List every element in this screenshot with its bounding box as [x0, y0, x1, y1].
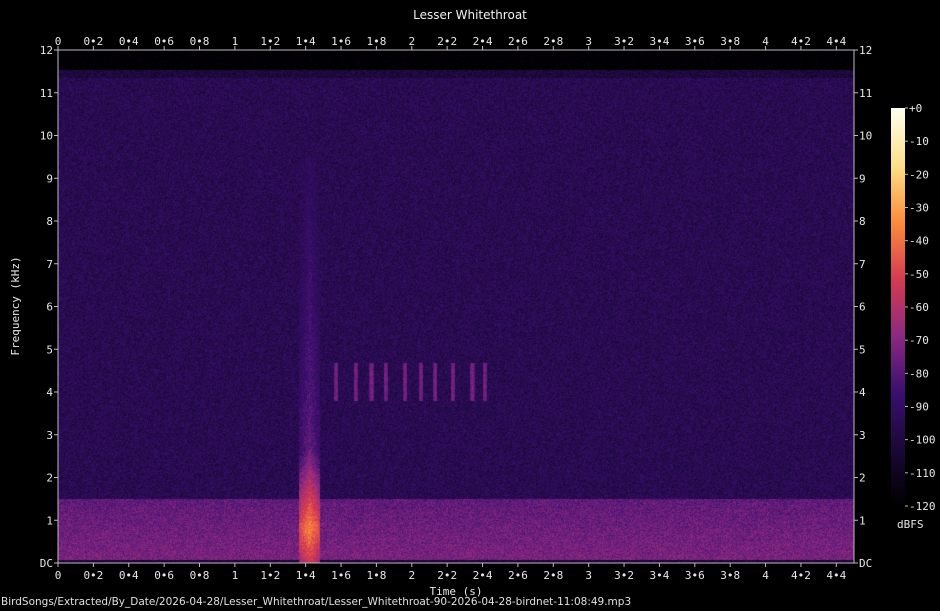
footer-file-path: BirdSongs/Extracted/By_Date/2026-04-28/L…	[1, 596, 632, 608]
x-tick-label-top: 0•8	[190, 35, 210, 48]
x-tick-label-bottom: 0•4	[119, 569, 139, 582]
colorbar-label: dBFS	[897, 518, 924, 531]
x-tick-label-bottom: 4	[762, 569, 769, 582]
x-tick-label-bottom: 2•2	[437, 569, 457, 582]
y-tick-label-left: 3	[46, 429, 53, 442]
y-tick-label-left: 10	[40, 130, 53, 143]
x-tick-label-top: 2•8	[543, 35, 563, 48]
y-tick-label-right: 1	[859, 514, 866, 527]
y-tick-label-left: 8	[46, 215, 53, 228]
x-tick-label-bottom: 3•2	[614, 569, 634, 582]
y-tick-label-right: 10	[859, 130, 872, 143]
colorbar-tick-label: -60	[909, 301, 929, 314]
colorbar: +0 -10 -20 -30 -40 -50 -60 -70 -80 -90 -100 -110 -12…	[891, 102, 936, 531]
x-tick-label-top: 4•4	[826, 35, 846, 48]
x-tick-label-top: 1•4	[296, 35, 316, 48]
y-tick-label-right: 6	[859, 301, 866, 314]
y-tick-label-left: 4	[46, 386, 53, 399]
x-tick-label-top: 2•6	[508, 35, 528, 48]
y-tick-label-right: 12	[859, 44, 872, 57]
y-tick-label-left: 12	[40, 44, 53, 57]
y-ticks-right: DC123456789101112	[854, 44, 872, 570]
y-tick-label-left: 5	[46, 343, 53, 356]
x-ticks-bottom: 0 0•2 0•4 0•6 0•8 1 1•2 1•4 1•6 1•8 2 2•2 2•4 2•6 2•8 3…	[55, 563, 847, 582]
x-tick-label-top: 0•6	[154, 35, 174, 48]
x-tick-label-bottom: 1•8	[366, 569, 386, 582]
colorbar-tick-label: +0	[909, 102, 922, 115]
y-tick-label-right: 2	[859, 472, 866, 485]
x-tick-label-bottom: 3•6	[685, 569, 705, 582]
colorbar-tick-label: -30	[909, 202, 929, 215]
colorbar-ticks: +0 -10 -20 -30 -40 -50 -60 -70 -80 -90 -100 -110 -12…	[905, 102, 936, 513]
colorbar-tick-label: -50	[909, 268, 929, 281]
colorbar-tick-label: -10	[909, 135, 929, 148]
colorbar-tick-label: -80	[909, 367, 929, 380]
y-tick-label-left: 1	[46, 514, 53, 527]
x-tick-label-top: 3	[585, 35, 592, 48]
y-tick-label-right: 11	[859, 87, 872, 100]
x-tick-label-bottom: 0•8	[190, 569, 210, 582]
x-tick-label-bottom: 2•8	[543, 569, 563, 582]
colorbar-tick-label: -40	[909, 235, 929, 248]
x-tick-label-top: 4	[762, 35, 769, 48]
x-tick-label-top: 0•4	[119, 35, 139, 48]
colorbar-tick-label: -120	[909, 500, 936, 513]
x-ticks-top: 0 0•2 0•4 0•6 0•8 1 1•2 1•4 1•6 1•8 2 2•2 2•4 2•6 2•8 3…	[55, 35, 847, 50]
x-tick-label-top: 1•8	[366, 35, 386, 48]
colorbar-tick-label: -100	[909, 434, 936, 447]
x-tick-label-top: 2•4	[473, 35, 493, 48]
x-tick-label-bottom: 2•6	[508, 569, 528, 582]
x-tick-label-top: 2•2	[437, 35, 457, 48]
x-tick-label-top: 0•2	[83, 35, 103, 48]
y-tick-label-right: 3	[859, 429, 866, 442]
x-tick-label-bottom: 1	[232, 569, 239, 582]
x-tick-label-bottom: 3	[585, 569, 592, 582]
y-tick-label-left: 7	[46, 258, 53, 271]
colorbar-tick-label: -90	[909, 401, 929, 414]
y-tick-label-left: 2	[46, 472, 53, 485]
y-tick-label-right: 9	[859, 172, 866, 185]
chart-title: Lesser Whitethroat	[413, 8, 527, 22]
y-axis-label: Frequency (kHz)	[9, 256, 22, 355]
spectrogram-plot	[57, 49, 855, 564]
x-tick-label-top: 1•6	[331, 35, 351, 48]
x-tick-label-bottom: 3•4	[649, 569, 669, 582]
x-tick-label-bottom: 1•4	[296, 569, 316, 582]
y-tick-label-left: DC	[40, 557, 53, 570]
y-tick-label-right: 4	[859, 386, 866, 399]
y-tick-label-left: 9	[46, 172, 53, 185]
x-tick-label-top: 4•2	[791, 35, 811, 48]
x-tick-label-bottom: 2	[408, 569, 415, 582]
x-tick-label-top: 0	[55, 35, 62, 48]
spectrogram-heatmap	[58, 50, 854, 563]
y-tick-label-right: 8	[859, 215, 866, 228]
y-tick-label-left: 6	[46, 301, 53, 314]
y-tick-label-right: 5	[859, 343, 866, 356]
x-tick-label-bottom: 0•2	[83, 569, 103, 582]
x-tick-label-bottom: 0	[55, 569, 62, 582]
x-tick-label-bottom: 4•4	[826, 569, 846, 582]
colorbar-gradient	[891, 108, 905, 506]
colorbar-tick-label: -110	[909, 467, 936, 480]
x-tick-label-top: 1•2	[260, 35, 280, 48]
x-tick-label-top: 3•6	[685, 35, 705, 48]
x-tick-label-bottom: 0•6	[154, 569, 174, 582]
x-tick-label-top: 3•4	[649, 35, 669, 48]
x-tick-label-top: 1	[232, 35, 239, 48]
y-tick-label-right: 7	[859, 258, 866, 271]
x-tick-label-top: 2	[408, 35, 415, 48]
colorbar-tick-label: -20	[909, 168, 929, 181]
y-tick-label-right: DC	[859, 557, 872, 570]
x-tick-label-bottom: 1•6	[331, 569, 351, 582]
y-ticks-left: DC123456789101112	[40, 44, 58, 570]
x-tick-label-top: 3•8	[720, 35, 740, 48]
y-tick-label-left: 11	[40, 87, 53, 100]
colorbar-tick-label: -70	[909, 334, 929, 347]
spectrogram-figure: Lesser Whitethroat 0 0•2 0•4 0•6 0•8 1 1•2 1•4 1…	[9, 8, 936, 598]
x-tick-label-bottom: 1•2	[260, 569, 280, 582]
x-tick-label-top: 3•2	[614, 35, 634, 48]
x-tick-label-bottom: 4•2	[791, 569, 811, 582]
x-tick-label-bottom: 2•4	[473, 569, 493, 582]
x-tick-label-bottom: 3•8	[720, 569, 740, 582]
